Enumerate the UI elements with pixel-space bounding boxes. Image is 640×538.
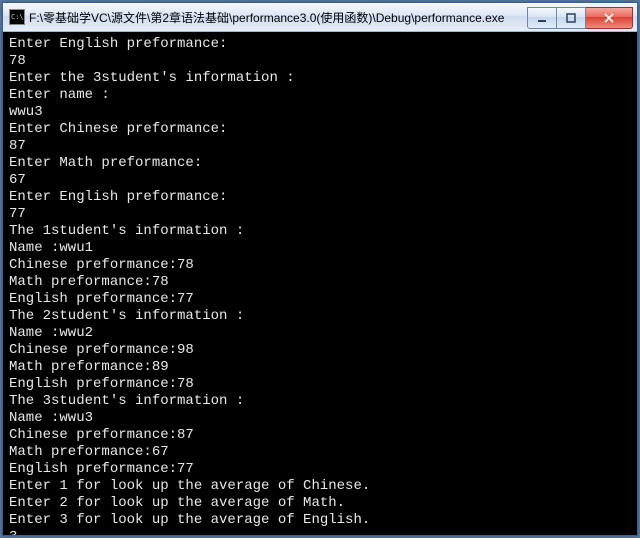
maximize-button[interactable] — [557, 7, 586, 29]
console-output[interactable]: Enter English preformance: 78 Enter the … — [3, 32, 637, 535]
window-title: F:\零基础学VC\源文件\第2章语法基础\performance3.0(使用函… — [29, 9, 527, 26]
title-bar[interactable]: F:\零基础学VC\源文件\第2章语法基础\performance3.0(使用函… — [3, 3, 637, 32]
minimize-button[interactable] — [527, 7, 557, 29]
app-window: F:\零基础学VC\源文件\第2章语法基础\performance3.0(使用函… — [2, 2, 638, 536]
app-icon — [9, 9, 25, 25]
close-button[interactable] — [586, 7, 633, 29]
window-buttons — [527, 7, 633, 27]
